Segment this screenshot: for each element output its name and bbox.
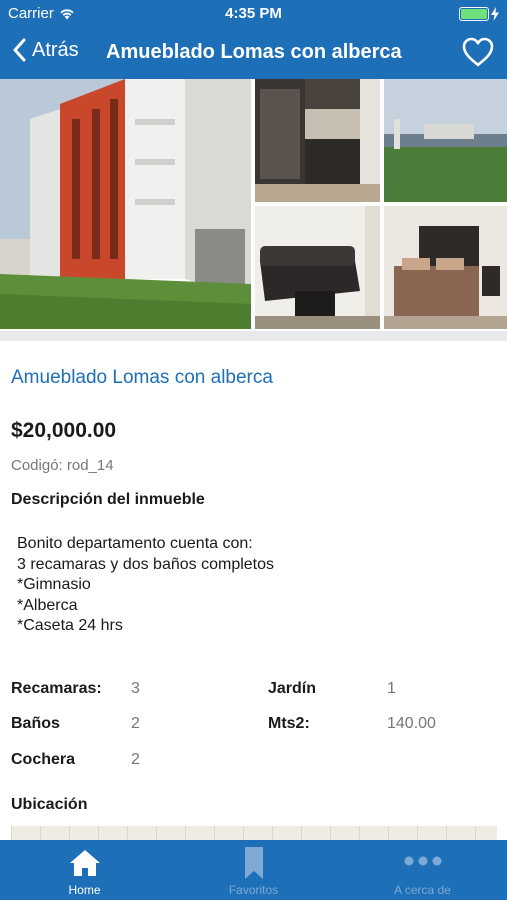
property-price: $20,000.00 [11, 419, 117, 442]
bookmark-icon [244, 847, 263, 879]
photo-gallery [0, 79, 507, 331]
tab-about[interactable]: A cerca de [338, 840, 507, 900]
description-line: Bonito departamento cuenta con: [17, 535, 253, 552]
description-line: *Gimnasio [17, 576, 91, 593]
battery-indicator [459, 7, 499, 21]
description-line: *Alberca [17, 596, 78, 614]
photo-living-room[interactable] [255, 206, 380, 329]
back-button[interactable]: Atrás [12, 38, 79, 62]
photo-building-exterior[interactable] [0, 79, 251, 329]
charging-bolt-icon [491, 7, 499, 21]
tab-home[interactable]: Home [0, 840, 169, 900]
feature-garden-value: 1 [387, 680, 396, 697]
feature-bathrooms-value: 2 [131, 715, 140, 732]
navigation-bar: Atrás Amueblado Lomas con alberca [0, 28, 507, 79]
feature-area-value: 140.00 [387, 715, 436, 732]
photo-rooftop-garden[interactable] [384, 79, 507, 202]
heart-outline-icon [462, 37, 494, 67]
tab-about-label: A cerca de [394, 883, 451, 897]
tab-favorites-label: Favoritos [228, 883, 279, 897]
feature-area-label: Mts2: [268, 715, 310, 732]
location-heading: Ubicación [11, 796, 88, 813]
more-dots-icon [404, 856, 441, 866]
tab-bar: Home Favoritos A cerca de [0, 840, 507, 900]
description-text: Bonito departamento cuenta con: 3 recama… [17, 534, 274, 637]
tab-favorites[interactable]: Favoritos [169, 840, 338, 900]
property-title: Amueblado Lomas con alberca [11, 367, 273, 388]
favorite-button[interactable] [461, 36, 495, 73]
battery-icon [459, 7, 489, 21]
section-separator [0, 331, 507, 341]
photo-bedroom[interactable] [384, 206, 507, 329]
feature-bedrooms-value: 3 [131, 680, 140, 697]
feature-bedrooms-label: Recamaras: [11, 680, 102, 697]
photo-kitchen[interactable] [255, 79, 380, 202]
home-icon [69, 850, 100, 876]
back-label: Atrás [32, 38, 79, 61]
battery-level [461, 9, 487, 19]
tab-home-label: Home [68, 883, 101, 897]
feature-garage-value: 2 [131, 751, 140, 768]
feature-garden-label: Jardín [268, 680, 317, 697]
description-line: 3 recamaras y dos baños completos [17, 555, 275, 573]
description-line: *Caseta 24 hrs [17, 617, 123, 634]
clock: 4:35 PM [225, 5, 282, 22]
chevron-left-icon [13, 38, 26, 62]
description-heading: Descripción del inmueble [11, 491, 205, 508]
location-map[interactable] [11, 826, 497, 840]
feature-garage-label: Cochera [11, 751, 76, 768]
property-code: Codigó: rod_14 [11, 457, 114, 474]
feature-bathrooms-label: Baños [11, 715, 60, 732]
status-bar: Carrier 4:35 PM [0, 0, 507, 28]
page-title: Amueblado Lomas con alberca [106, 41, 402, 63]
